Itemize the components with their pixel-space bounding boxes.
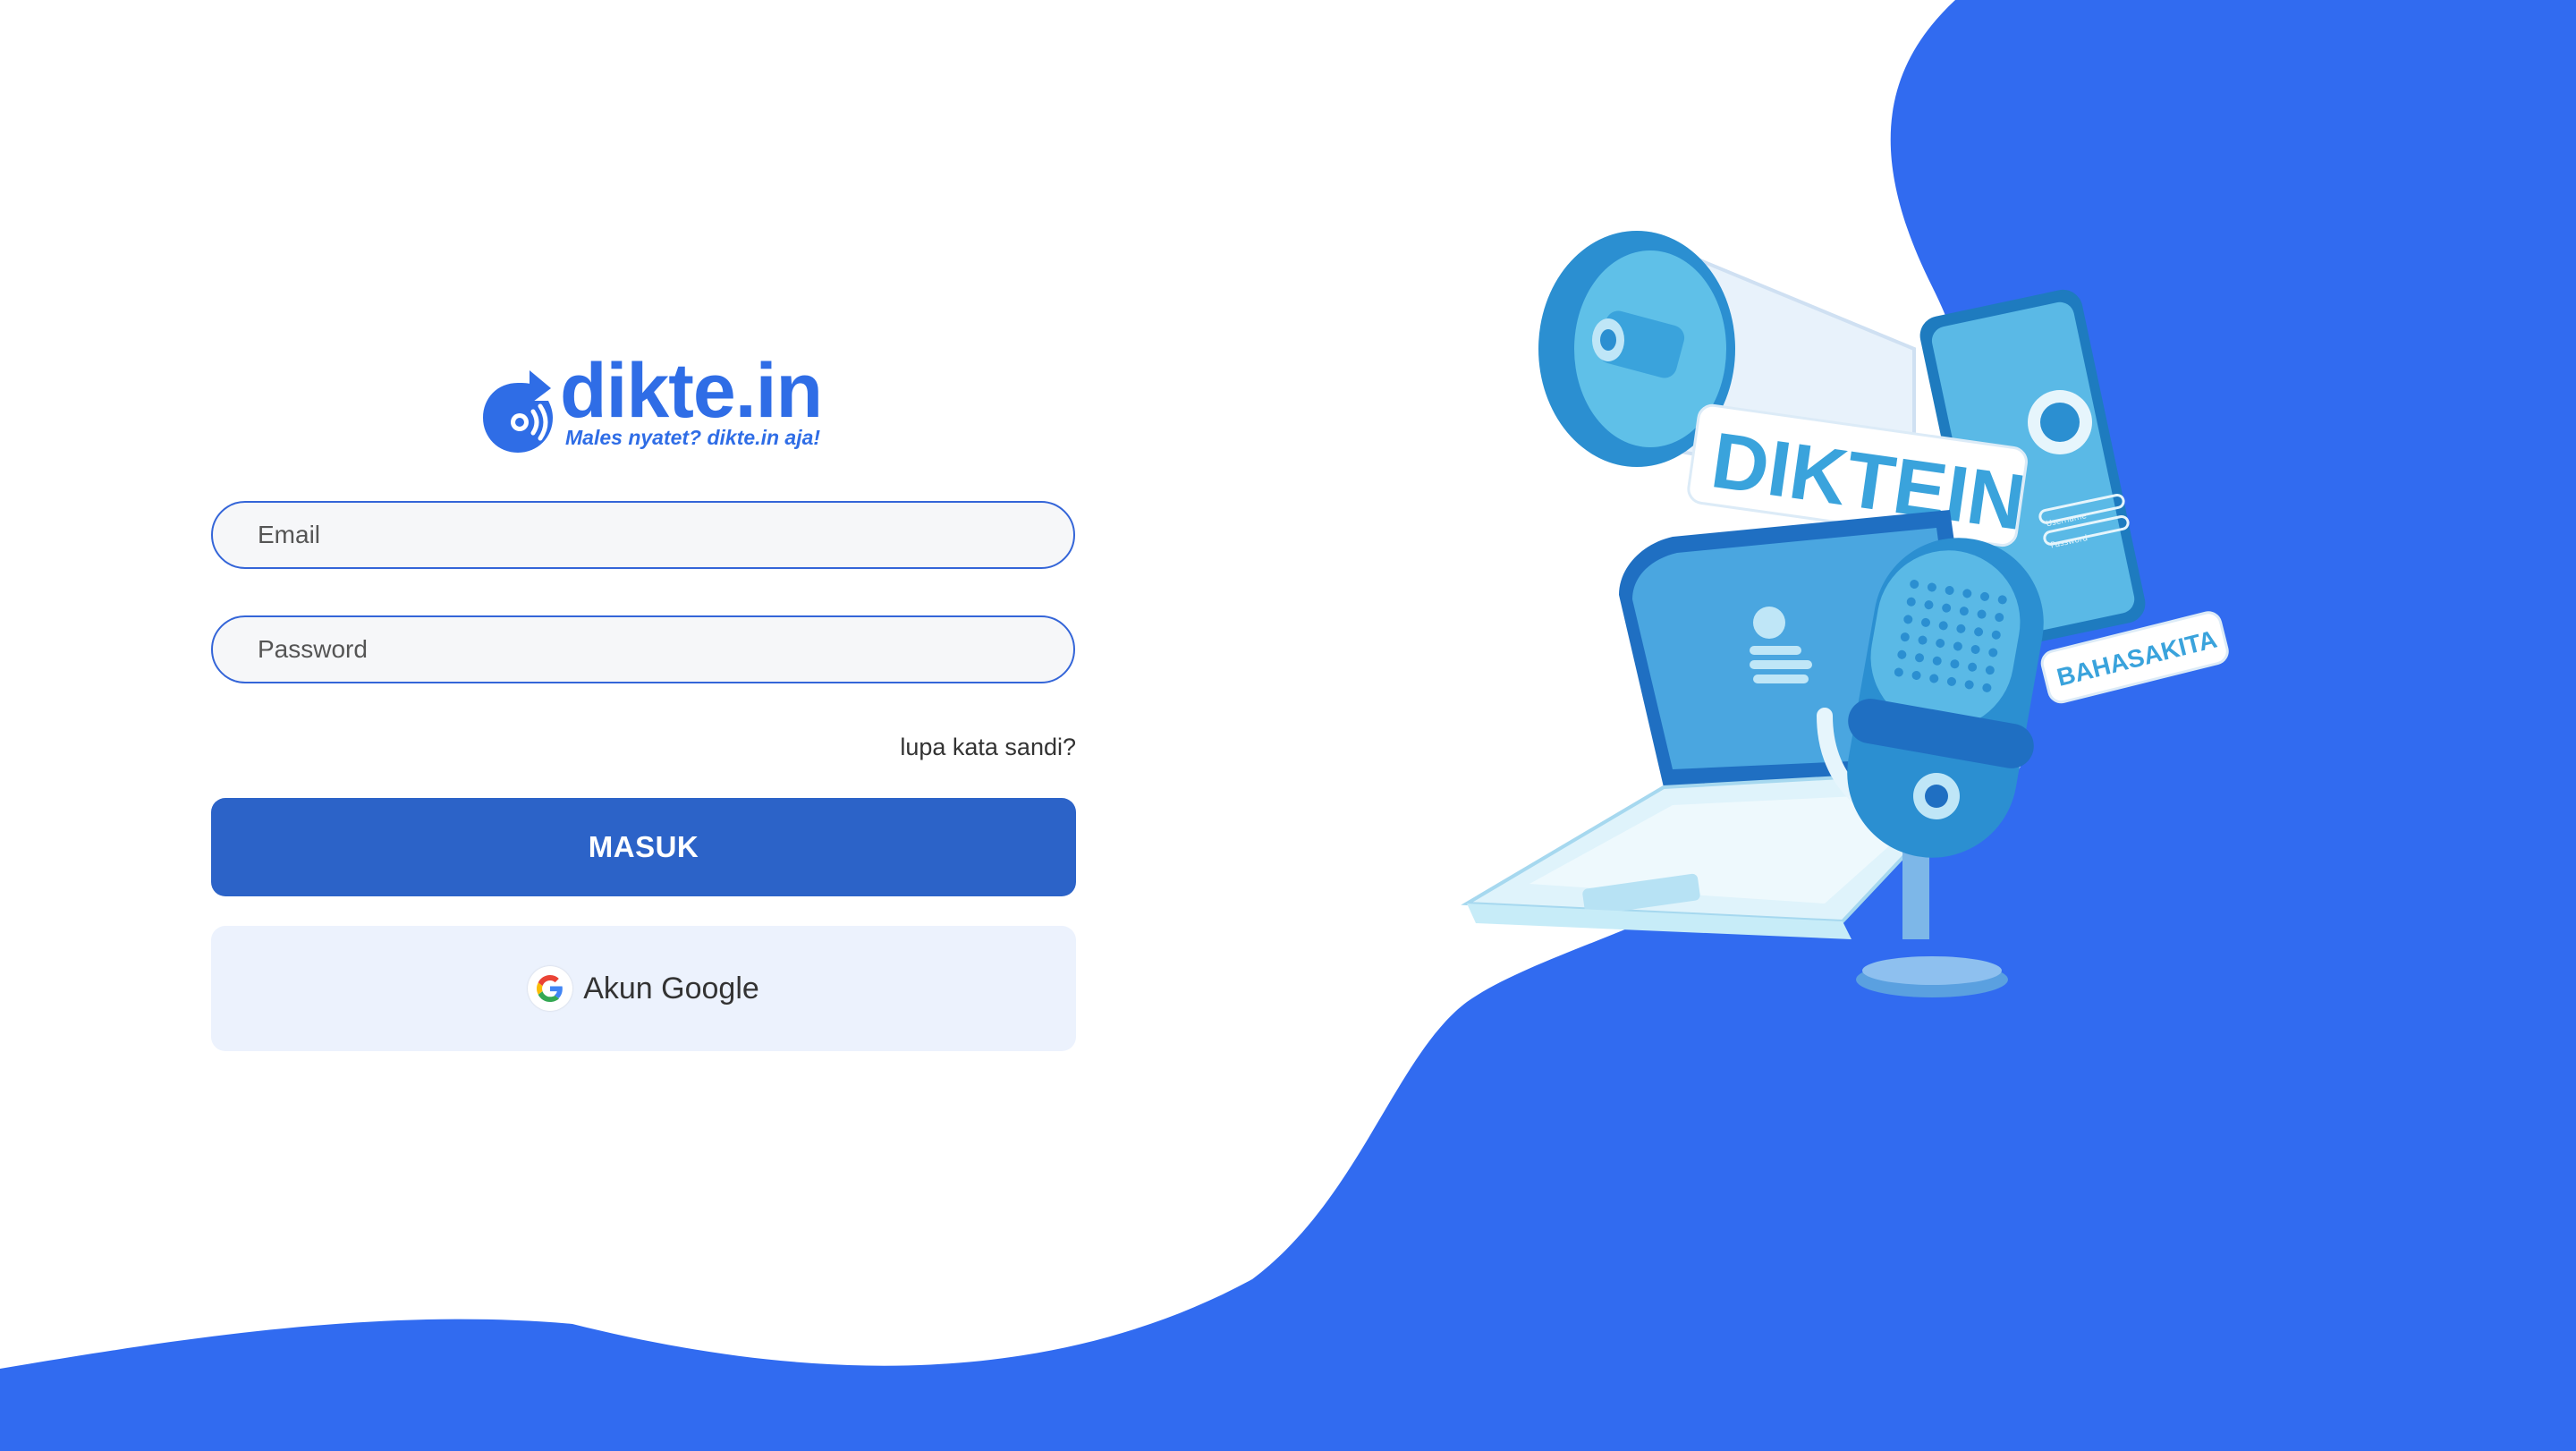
google-icon [528,966,573,1011]
brand-tagline: Males nyatet? dikte.in aja! [565,426,821,449]
hero-illustration: Username Password DIKTEIN BAHASAKITA [1461,231,2229,997]
forgot-password-link[interactable]: lupa kata sandi? [900,734,1076,761]
google-login-button[interactable]: Akun Google [211,926,1076,1051]
logo-speaker-icon [483,370,553,453]
email-input[interactable] [211,501,1075,569]
google-login-label: Akun Google [583,971,759,1006]
password-input[interactable] [211,615,1075,683]
login-button[interactable]: MASUK [211,798,1076,896]
brand-logo: dikte.in Males nyatet? dikte.in aja! [479,352,828,454]
brand-name: dikte.in [560,348,823,434]
